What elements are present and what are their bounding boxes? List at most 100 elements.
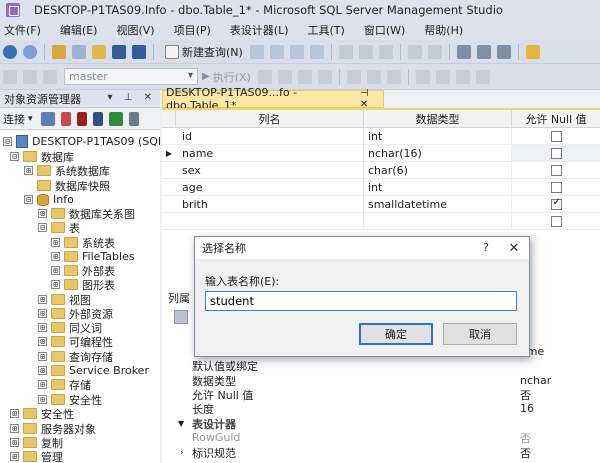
open-folder-icon[interactable] [92, 44, 106, 59]
column-name-cell[interactable]: id [176, 128, 364, 144]
expand-icon[interactable]: ⊞ [38, 352, 47, 361]
tree-node-diagrams[interactable]: ⊞ 数据库关系图 [38, 206, 135, 221]
property-row[interactable]: 长度 16 [164, 401, 600, 416]
uncomment-icon[interactable] [435, 69, 450, 84]
tree-node-service-broker[interactable]: ⊞ Service Broker [38, 363, 149, 378]
row-selector[interactable] [162, 162, 176, 178]
menu-view[interactable]: 视图(V) [116, 22, 154, 38]
allow-null-cell[interactable] [512, 179, 600, 195]
undo-icon[interactable] [407, 44, 422, 59]
dax-query-icon[interactable] [309, 44, 324, 59]
property-value[interactable]: 否 [480, 430, 600, 446]
chevron-down-icon[interactable]: ▾ [28, 114, 33, 124]
database-selector[interactable]: master [64, 68, 198, 85]
column-name-cell[interactable]: name [176, 145, 364, 161]
table-row[interactable] [162, 213, 600, 230]
column-name-cell[interactable]: age [176, 179, 364, 195]
display-plan-icon[interactable] [297, 69, 312, 84]
expand-icon[interactable]: ⊞ [10, 452, 19, 461]
filter-icon[interactable] [92, 111, 103, 126]
current-row-indicator[interactable]: ▶ [162, 145, 176, 161]
data-type-cell[interactable]: char(6) [364, 162, 512, 178]
refresh-icon[interactable] [108, 111, 123, 126]
expand-icon[interactable]: ⊞ [24, 166, 33, 175]
menu-table-designer[interactable]: 表设计器(L) [230, 22, 289, 38]
table-row[interactable]: sex char(6) [162, 162, 600, 179]
column-name-cell[interactable]: brith [176, 196, 364, 212]
execute-button[interactable]: ▶ 执行(X) [202, 69, 251, 85]
expand-icon[interactable]: ⊞ [38, 323, 47, 332]
properties-window-icon[interactable] [456, 44, 471, 59]
expand-icon[interactable]: ⊞ [38, 337, 47, 346]
tree-node-security[interactable]: ⊞ 安全性 [10, 406, 74, 421]
mdx-query-icon[interactable] [249, 44, 264, 59]
menu-project[interactable]: 项目(P) [174, 22, 211, 38]
expand-icon[interactable]: › [180, 448, 184, 458]
allow-null-cell[interactable] [512, 145, 600, 161]
tree-node-server[interactable]: ⊟ DESKTOP-P1TAS09 (SQL Se [3, 134, 160, 149]
parse-icon[interactable] [277, 69, 292, 84]
expand-icon[interactable]: ⊞ [51, 280, 60, 289]
allow-null-checkbox[interactable] [550, 215, 562, 227]
expand-icon[interactable]: ⊞ [51, 238, 60, 247]
expand-icon[interactable]: ⊞ [38, 395, 47, 404]
allow-null-cell[interactable] [512, 162, 600, 178]
property-value[interactable]: 否 [480, 445, 600, 461]
disconnect-icon[interactable] [23, 69, 37, 84]
allow-null-cell[interactable] [512, 213, 600, 229]
allow-null-checkbox[interactable] [550, 197, 562, 210]
copy-icon[interactable] [358, 44, 373, 59]
tree-node-tables[interactable]: ⊟ 表 [38, 220, 80, 235]
xmla-query-icon[interactable] [289, 44, 304, 59]
paste-icon[interactable] [378, 44, 393, 59]
data-type-cell[interactable]: int [364, 179, 512, 195]
tree-node-system-databases[interactable]: ⊞ 系统数据库 [24, 163, 110, 178]
object-explorer-icon[interactable] [476, 44, 491, 59]
categorized-icon[interactable] [174, 310, 188, 324]
tree-node-database-snapshots[interactable]: 数据库快照 [37, 178, 110, 193]
collapse-icon[interactable]: ▼ [178, 419, 184, 428]
tree-node-storage[interactable]: ⊞ 存储 [38, 377, 91, 392]
tree-node-management[interactable]: ⊞ 管理 [10, 449, 63, 463]
pin-close-icon[interactable]: ⊣ ✕ [360, 88, 379, 110]
ok-button[interactable]: 确定 [359, 323, 433, 345]
expand-icon[interactable]: ⊞ [38, 366, 47, 375]
property-row[interactable]: › 标识规范 否 [164, 445, 600, 460]
expand-icon[interactable]: ⊞ [10, 424, 19, 433]
stop-icon[interactable] [76, 111, 87, 126]
expand-icon[interactable]: ⊞ [38, 309, 47, 318]
tab-table-designer[interactable]: DESKTOP-P1TAS09...fo - dbo.Table_1* ⊣ ✕ [162, 86, 384, 112]
connect-server-icon[interactable] [40, 111, 55, 126]
outdent-icon[interactable] [475, 69, 490, 84]
panel-controls[interactable]: ▾ ⊥ ✕ [108, 92, 156, 103]
row-selector[interactable] [162, 213, 176, 229]
menu-help[interactable]: 帮助(H) [424, 22, 463, 38]
disconnect-server-icon[interactable] [60, 111, 71, 126]
tree-node-query-store[interactable]: ⊞ 查询存储 [38, 349, 113, 364]
tree-node-graph-tables[interactable]: ⊞ 图形表 [51, 277, 115, 292]
data-type-cell[interactable]: smalldatetime [364, 196, 512, 212]
menu-edit[interactable]: 编辑(E) [60, 22, 98, 38]
comment-icon[interactable] [415, 69, 430, 84]
indent-icon[interactable] [455, 69, 470, 84]
allow-null-checkbox[interactable] [550, 130, 562, 142]
table-row[interactable]: ▶ name nchar(16) [162, 145, 600, 162]
expand-icon[interactable]: ⊞ [38, 380, 47, 389]
tree-node-system-tables[interactable]: ⊞ 系统表 [51, 235, 115, 250]
forward-icon[interactable] [23, 44, 37, 59]
row-selector[interactable] [162, 196, 176, 212]
expand-icon[interactable]: ⊞ [38, 295, 47, 304]
menu-tools[interactable]: 工具(T) [308, 22, 345, 38]
allow-null-checkbox[interactable] [550, 164, 562, 176]
query-options-icon[interactable] [317, 69, 332, 84]
save-icon[interactable] [112, 44, 126, 59]
new-item-icon[interactable] [72, 44, 86, 59]
menu-file[interactable]: 文件(F) [4, 22, 41, 38]
row-selector[interactable] [162, 128, 176, 144]
find-icon[interactable] [525, 44, 540, 59]
connect-icon[interactable] [3, 69, 17, 84]
allow-null-checkbox[interactable] [550, 181, 562, 193]
table-row[interactable]: id int [162, 128, 600, 145]
expand-icon[interactable]: ⊞ [38, 209, 47, 218]
results-grid-icon[interactable] [366, 69, 381, 84]
